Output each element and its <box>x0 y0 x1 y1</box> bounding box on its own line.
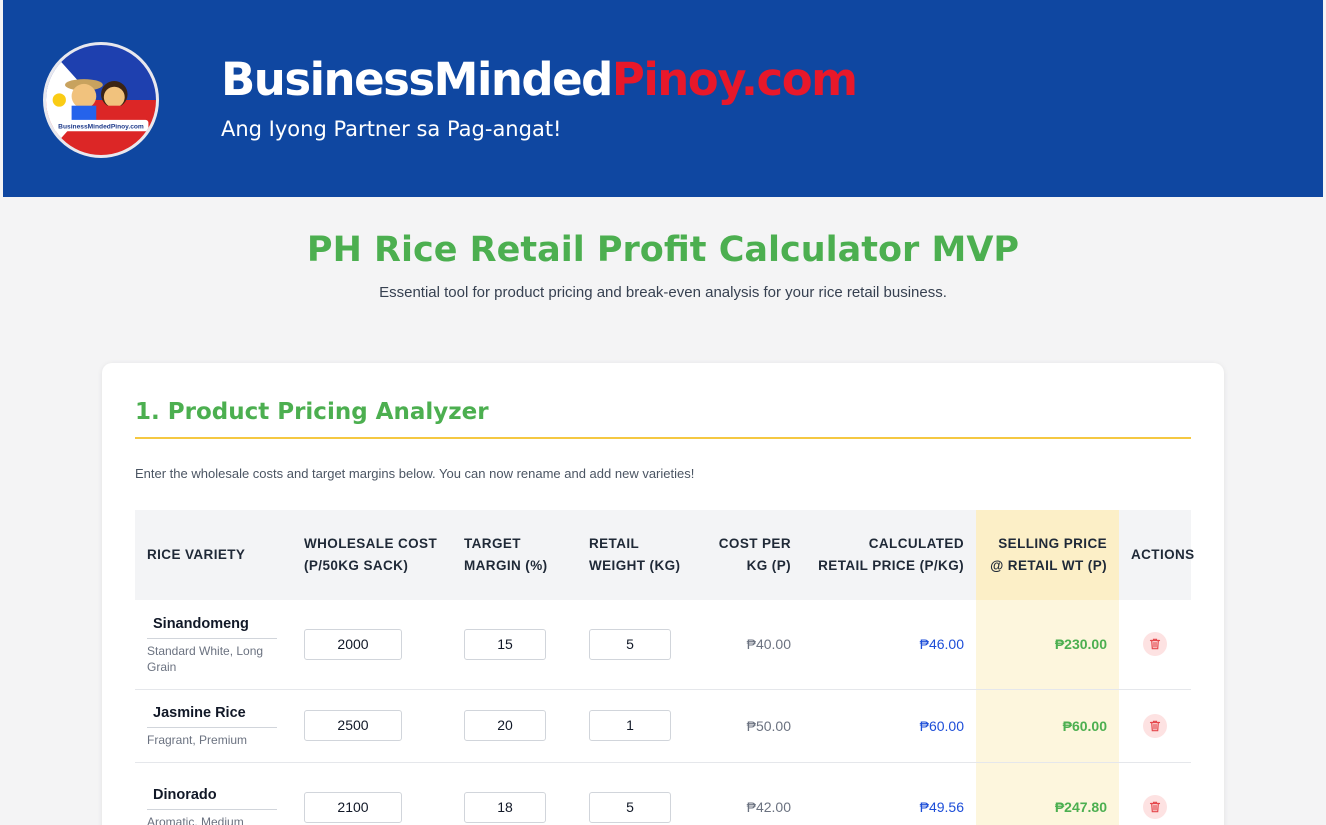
section-instructions: Enter the wholesale costs and target mar… <box>135 466 695 481</box>
wholesale-cell: 2000 <box>292 600 452 690</box>
actions-cell <box>1119 600 1191 690</box>
pricing-table: Rice Variety Wholesale Cost (P/50kg Sack… <box>135 510 1194 825</box>
brand-tagline: Ang Iyong Partner sa Pag-angat! <box>221 117 562 141</box>
variety-cell: Jasmine Rice Fragrant, Premium <box>135 689 292 763</box>
wholesale-cell: 2100 <box>292 762 452 825</box>
header-wholesale-cost: Wholesale Cost (P/50kg Sack) <box>292 510 452 600</box>
variety-description: Aromatic, Medium <box>147 814 244 825</box>
header-retail-weight: Retail Weight (kg) <box>577 510 697 600</box>
target-margin-input[interactable]: 20 <box>464 710 546 741</box>
variety-cell: Sinandomeng Standard White, Long Grain <box>135 600 292 690</box>
cost-per-kg-value: ₱50.00 <box>697 689 803 763</box>
variety-description: Standard White, Long Grain <box>147 643 264 674</box>
margin-cell: 18 <box>452 762 577 825</box>
selling-price-value: ₱60.00 <box>976 689 1119 763</box>
table-row: Dinorado Aromatic, Medium 2100 18 5 ₱42.… <box>135 762 1191 825</box>
calculated-price-value: ₱60.00 <box>803 689 976 763</box>
table-row: Jasmine Rice Fragrant, Premium 2500 20 1… <box>135 689 1191 763</box>
section-divider <box>135 437 1191 439</box>
cost-per-kg-value: ₱42.00 <box>697 762 803 825</box>
weight-cell: 5 <box>577 762 697 825</box>
wholesale-cell: 2500 <box>292 689 452 763</box>
brand-name[interactable]: BusinessMindedPinoy.com <box>221 52 858 108</box>
target-margin-input[interactable]: 15 <box>464 628 546 660</box>
trash-icon <box>1149 801 1161 813</box>
delete-row-button[interactable] <box>1143 632 1167 657</box>
wholesale-cost-input[interactable]: 2500 <box>304 710 402 741</box>
variety-name-field[interactable]: Sinandomeng <box>147 614 277 639</box>
retail-weight-input[interactable]: 5 <box>589 791 671 823</box>
header-target-margin: Target Margin (%) <box>452 510 577 600</box>
variety-description: Fragrant, Premium <box>147 733 248 747</box>
delete-row-button[interactable] <box>1143 795 1167 819</box>
margin-cell: 20 <box>452 689 577 763</box>
variety-name-field[interactable]: Dinorado <box>147 785 277 810</box>
header-rice-variety: Rice Variety <box>135 510 292 600</box>
variety-cell: Dinorado Aromatic, Medium <box>135 762 292 825</box>
target-margin-input[interactable]: 18 <box>464 791 546 823</box>
brand-name-part2: Pinoy.com <box>611 53 858 106</box>
page-subtitle: Essential tool for product pricing and b… <box>379 284 947 301</box>
table-row: Sinandomeng Standard White, Long Grain 2… <box>135 600 1191 690</box>
variety-name-field[interactable]: Jasmine Rice <box>147 703 277 728</box>
logo[interactable]: BusinessMindedPinoy.com <box>43 42 159 158</box>
actions-cell <box>1119 689 1191 763</box>
selling-price-value: ₱230.00 <box>976 600 1119 690</box>
svg-text:BusinessMindedPinoy.com: BusinessMindedPinoy.com <box>58 123 144 130</box>
section-title: 1. Product Pricing Analyzer <box>135 399 489 425</box>
weight-cell: 5 <box>577 600 697 690</box>
wholesale-cost-input[interactable]: 2100 <box>304 791 402 823</box>
delete-row-button[interactable] <box>1143 713 1167 738</box>
actions-cell <box>1119 762 1191 825</box>
header-calculated-retail-price: Calculated Retail Price (P/kg) <box>803 510 976 600</box>
calculated-price-value: ₱49.56 <box>803 762 976 825</box>
header-selling-price: Selling Price @ Retail Wt (P) <box>976 510 1119 600</box>
trash-icon <box>1149 638 1161 650</box>
header-cost-per-kg: Cost per kg (P) <box>697 510 803 600</box>
page-title: PH Rice Retail Profit Calculator MVP <box>306 230 1020 270</box>
cost-per-kg-value: ₱40.00 <box>697 600 803 690</box>
header-actions: Actions <box>1119 510 1194 600</box>
retail-weight-input[interactable]: 5 <box>589 628 671 660</box>
margin-cell: 15 <box>452 600 577 690</box>
logo-image: BusinessMindedPinoy.com <box>46 45 156 155</box>
weight-cell: 1 <box>577 689 697 763</box>
table-header-row: Rice Variety Wholesale Cost (P/50kg Sack… <box>135 510 1194 600</box>
wholesale-cost-input[interactable]: 2000 <box>304 628 402 660</box>
site-header: BusinessMindedPinoy.com BusinessMindedPi… <box>3 0 1323 197</box>
pricing-analyzer-card: 1. Product Pricing Analyzer Enter the wh… <box>102 363 1224 825</box>
retail-weight-input[interactable]: 1 <box>589 710 671 741</box>
brand-name-part1: BusinessMinded <box>221 53 613 106</box>
selling-price-value: ₱247.80 <box>976 762 1119 825</box>
calculated-price-value: ₱46.00 <box>803 600 976 690</box>
trash-icon <box>1149 720 1161 731</box>
